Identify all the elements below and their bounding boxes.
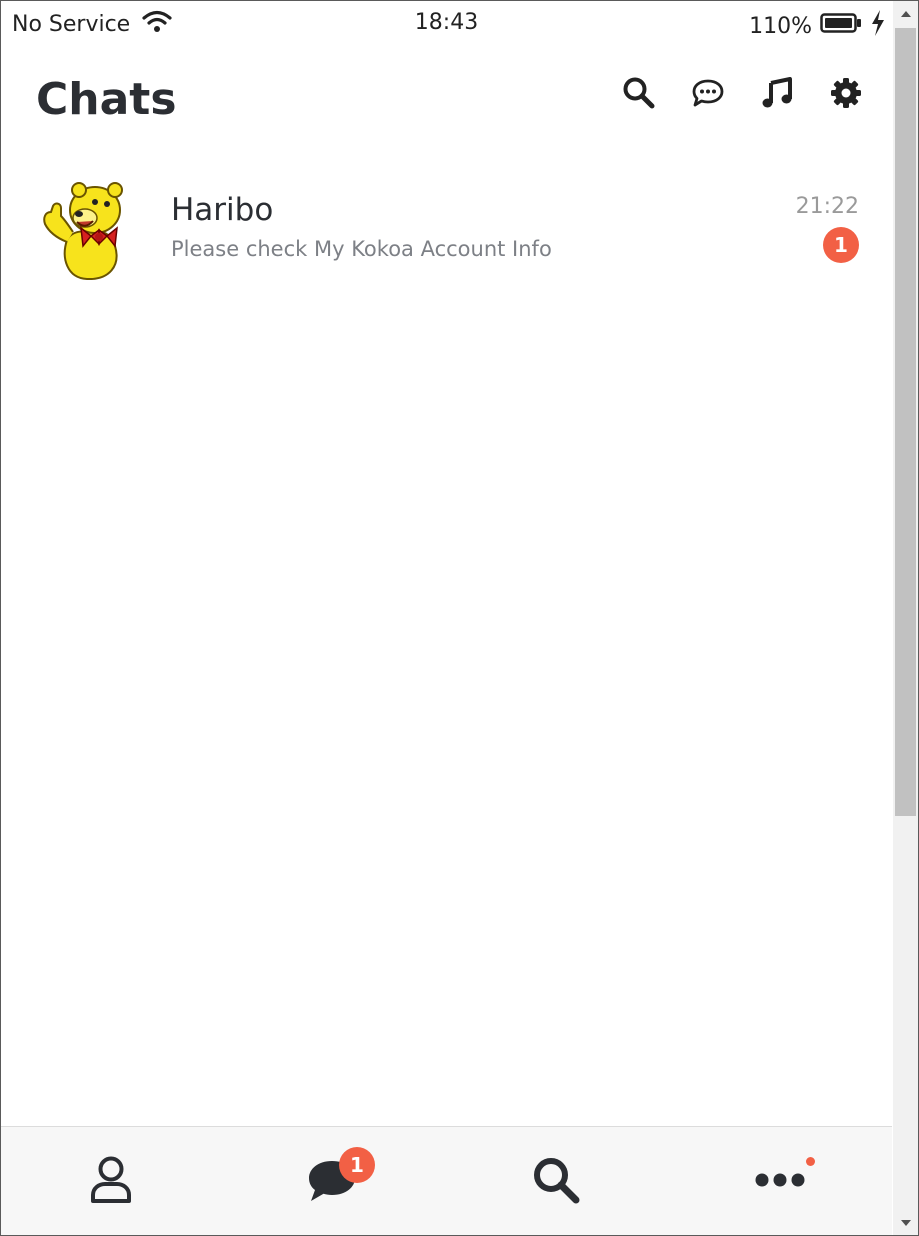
page-title: Chats xyxy=(36,74,177,125)
tab-chats-badge: 1 xyxy=(339,1147,375,1183)
avatar xyxy=(37,180,131,281)
tab-more[interactable] xyxy=(711,1127,851,1236)
header: Chats xyxy=(1,60,892,140)
settings-button[interactable] xyxy=(829,77,862,113)
chat-preview: Please check My Kokoa Account Info xyxy=(171,237,552,261)
person-icon xyxy=(89,1155,133,1209)
chat-name: Haribo xyxy=(171,192,274,228)
music-button[interactable] xyxy=(760,76,793,113)
battery-icon xyxy=(820,12,862,40)
search-button[interactable] xyxy=(622,76,655,113)
search-icon xyxy=(622,76,655,113)
status-bar: No Service 18:43 110% xyxy=(1,1,892,45)
scroll-up-arrow[interactable] xyxy=(893,1,918,26)
battery-percent: 110% xyxy=(749,13,812,39)
scroll-thumb[interactable] xyxy=(895,28,916,816)
chat-list-item[interactable]: Haribo Please check My Kokoa Account Inf… xyxy=(1,165,892,295)
tab-bar: 1 xyxy=(1,1126,892,1235)
tab-more-notification-dot xyxy=(806,1157,815,1166)
chat-list: Haribo Please check My Kokoa Account Inf… xyxy=(1,165,892,295)
scrollbar[interactable] xyxy=(893,1,918,1235)
gear-icon xyxy=(830,77,862,113)
chat-timestamp: 21:22 xyxy=(795,194,859,219)
search-icon xyxy=(531,1155,581,1209)
unread-badge: 1 xyxy=(823,227,859,263)
tab-search[interactable] xyxy=(486,1127,626,1236)
charging-icon xyxy=(870,10,886,42)
music-note-icon xyxy=(761,76,793,113)
scroll-down-arrow[interactable] xyxy=(893,1210,918,1235)
chat-bubble-icon xyxy=(691,78,725,112)
tab-friends[interactable] xyxy=(41,1127,181,1236)
new-chat-button[interactable] xyxy=(691,78,724,111)
more-icon xyxy=(753,1170,809,1194)
tab-chats[interactable]: 1 xyxy=(262,1127,402,1236)
